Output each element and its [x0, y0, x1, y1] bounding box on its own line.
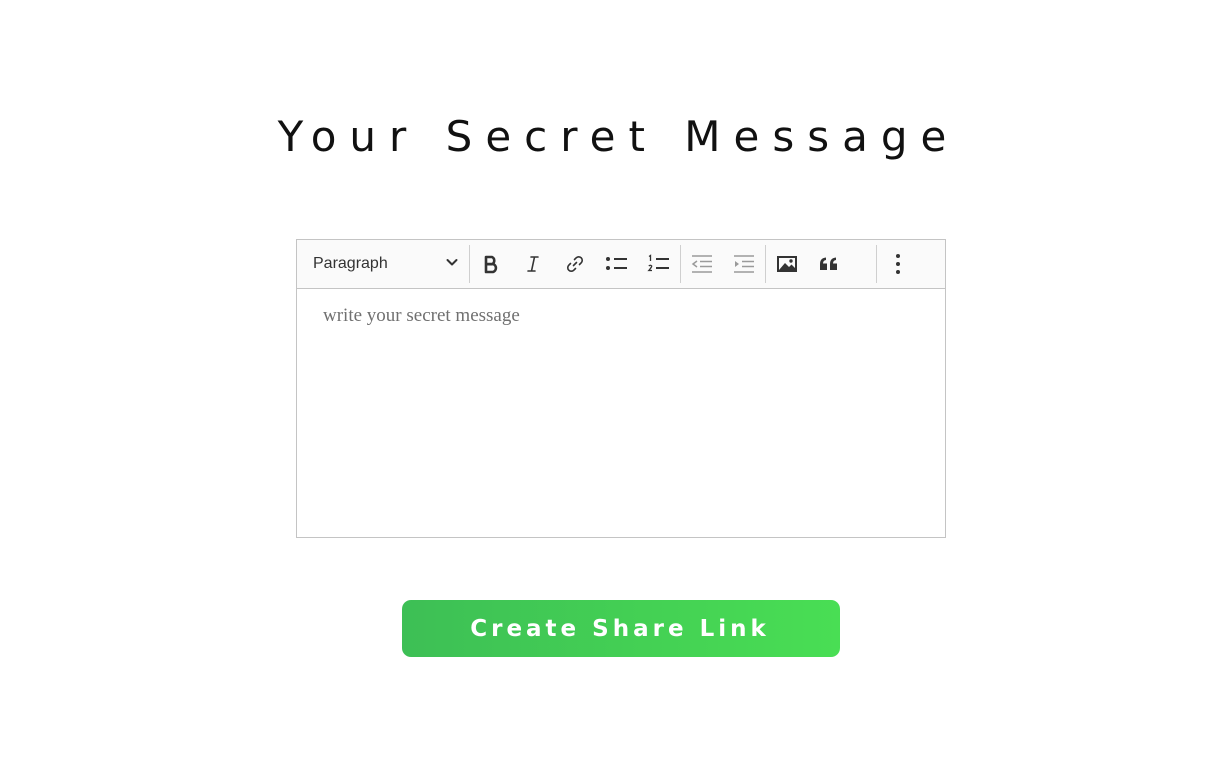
bold-button[interactable]: [470, 244, 512, 284]
insert-image-button[interactable]: [766, 244, 808, 284]
outdent-icon: [690, 254, 714, 274]
page: Your Secret Message Paragraph write your…: [0, 0, 1224, 772]
page-title: Your Secret Message: [277, 112, 960, 161]
more-vertical-icon: [894, 253, 902, 275]
editor-placeholder: write your secret message: [323, 305, 520, 326]
chevron-down-icon: [445, 255, 459, 274]
bulleted-list-icon: [605, 254, 629, 274]
heading-dropdown-value: Paragraph: [313, 255, 388, 272]
italic-icon: [523, 254, 543, 274]
numbered-list-icon: [647, 254, 671, 274]
image-icon: [776, 254, 798, 274]
block-quote-button[interactable]: [808, 244, 850, 284]
more-button[interactable]: [877, 244, 919, 284]
link-button[interactable]: [554, 244, 596, 284]
rich-text-editor: Paragraph write your secret message: [296, 239, 946, 538]
italic-button[interactable]: [512, 244, 554, 284]
indent-button[interactable]: [723, 244, 765, 284]
quote-icon: [818, 254, 840, 274]
numbered-list-button[interactable]: [638, 244, 680, 284]
bulleted-list-button[interactable]: [596, 244, 638, 284]
editor-toolbar: Paragraph: [297, 240, 945, 289]
message-editor-area[interactable]: write your secret message: [297, 289, 945, 537]
create-share-link-button[interactable]: Create Share Link: [402, 600, 840, 657]
link-icon: [565, 254, 585, 274]
indent-icon: [732, 254, 756, 274]
outdent-button[interactable]: [681, 244, 723, 284]
heading-dropdown[interactable]: Paragraph: [297, 244, 469, 284]
bold-icon: [481, 254, 501, 274]
